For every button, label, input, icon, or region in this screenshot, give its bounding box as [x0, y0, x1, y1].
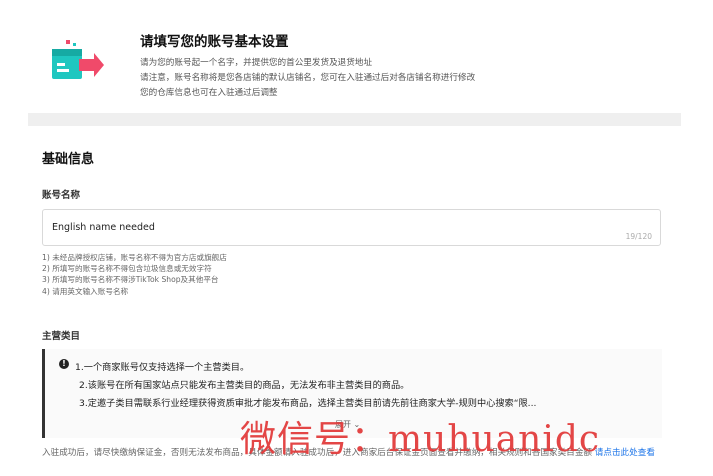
- char-counter: 19/120: [625, 232, 652, 241]
- section-title-basic: 基础信息: [42, 152, 95, 167]
- notice-line: 3.定邀子类目需联系行业经理获得资质审批才能发布商品，选择主营类目前请先前往商家…: [79, 398, 537, 409]
- watermark: 微信号：muhuanidc: [240, 419, 601, 460]
- notice-line: 2.该账号在所有国家站点只能发布主营类目的商品，无法发布非主营类目的商品。: [79, 380, 410, 391]
- account-name-label: 账号名称: [42, 190, 81, 201]
- account-name-input[interactable]: English name needed 19/120: [42, 209, 661, 246]
- notice-line: 1.一个商家账号仅支持选择一个主营类目。: [75, 362, 250, 373]
- info-icon: !: [59, 359, 69, 369]
- rule-item: 3) 所填写的账号名称不得涉TikTok Shop及其他平台: [42, 275, 219, 285]
- rule-item: 4) 请用英文输入账号名称: [42, 286, 129, 296]
- rule-item: 1) 未经品牌授权店铺，账号名称不得为官方店或旗舰店: [42, 253, 227, 262]
- account-name-rules: 1) 未经品牌授权店铺，账号名称不得为官方店或旗舰店 2) 所填写的账号名称不得…: [42, 252, 227, 297]
- header-line: 请注意，账号名称将是您各店铺的默认店铺名，您可在入驻通过后对各店铺名称进行修改: [140, 73, 476, 83]
- header-line: 您的仓库信息也可在入驻通过后调整: [140, 88, 278, 98]
- page-title: 请填写您的账号基本设置: [140, 34, 289, 50]
- section-divider: [28, 113, 681, 126]
- main-category-label: 主营类目: [42, 331, 81, 342]
- account-name-value[interactable]: English name needed: [52, 222, 155, 233]
- header-panel: 请填写您的账号基本设置 请为您的账号起一个名字，并提供您的首公里发货及退货地址 …: [0, 0, 713, 118]
- rule-item: 2) 所填写的账号名称不得包含垃圾信息或无效字符: [42, 264, 212, 274]
- deposit-link[interactable]: 请点击此处查看: [595, 448, 655, 458]
- header-line: 请为您的账号起一个名字，并提供您的首公里发货及退货地址: [140, 58, 373, 68]
- store-box-icon: [52, 40, 104, 79]
